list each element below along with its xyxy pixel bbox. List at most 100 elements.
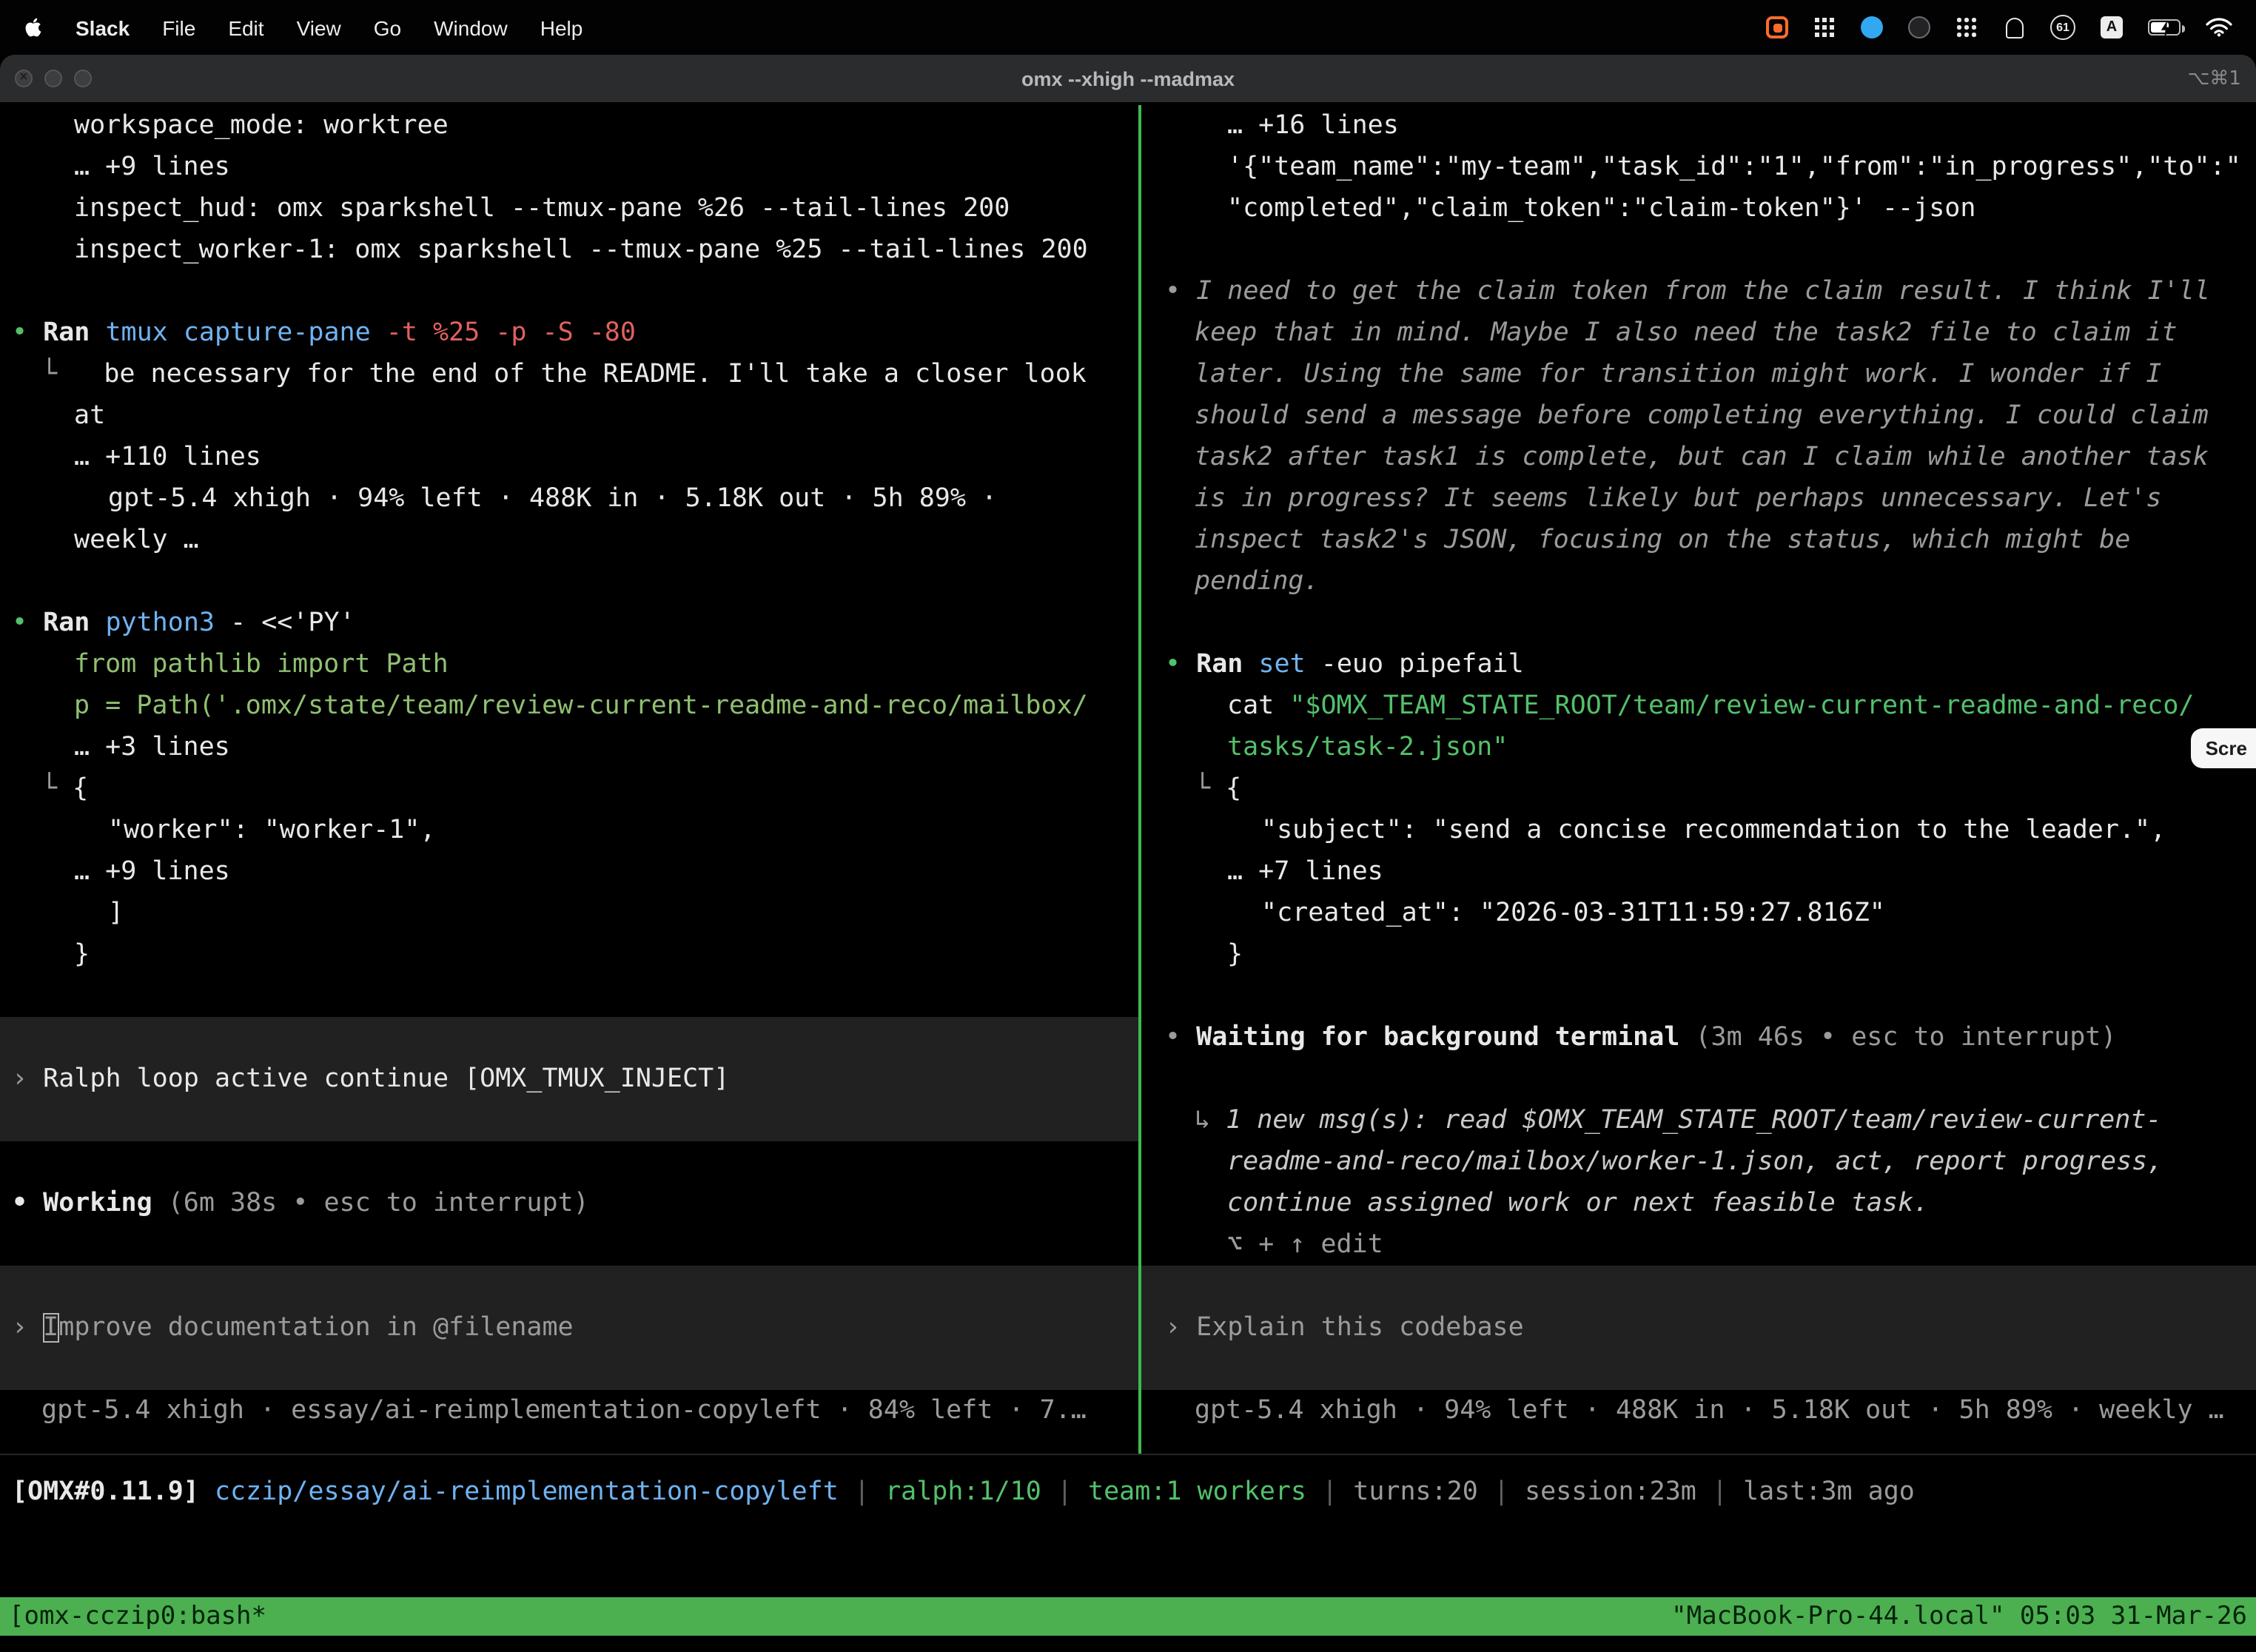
prompt-input-band[interactable]: › Ralph loop active continue [OMX_TMUX_I… xyxy=(0,1017,1138,1141)
terminal-line: • Ran tmux capture-pane -t %25 -p -S -80 xyxy=(0,312,1138,354)
tmux-panes: workspace_mode: worktree… +9 linesinspec… xyxy=(0,105,2256,1455)
terminal-line xyxy=(1141,602,2256,644)
menu-bar: Slack File Edit View Go Window Help 61 A xyxy=(0,0,2256,55)
menu-status-icons: 61 A xyxy=(1766,14,2232,41)
prompt-input-band[interactable]: › Explain this codebase xyxy=(1141,1266,2256,1390)
terminal-line xyxy=(0,561,1138,602)
terminal-line: ] xyxy=(0,893,1138,934)
prompt-input-band[interactable]: › Improve documentation in @filename xyxy=(0,1266,1138,1390)
input-source-icon[interactable]: A xyxy=(2101,16,2123,38)
terminal-line: inspect_worker-1: omx sparkshell --tmux-… xyxy=(0,229,1138,271)
blue-app-icon[interactable] xyxy=(1861,14,1883,41)
terminal-line: … +16 lines xyxy=(1141,105,2256,147)
terminal-line xyxy=(0,976,1138,1017)
terminal-line: keep that in mind. Maybe I also need the… xyxy=(1141,312,2256,354)
terminal-line xyxy=(1141,976,2256,1017)
omx-last-activity: last:3m ago xyxy=(1743,1477,1915,1507)
terminal-line: "subject": "send a concise recommendatio… xyxy=(1141,810,2256,851)
terminal-line: └ { xyxy=(1141,768,2256,810)
omx-turns: turns:20 xyxy=(1353,1477,1478,1507)
terminal-line: '{"team_name":"my-team","task_id":"1","f… xyxy=(1141,147,2256,188)
terminal-line: tasks/task-2.json" xyxy=(1141,727,2256,768)
prompt-input-text: › Explain this codebase xyxy=(1141,1307,2256,1349)
omx-session-time: session:23m xyxy=(1525,1477,1696,1507)
traffic-lights xyxy=(15,55,92,102)
terminal-line: readme-and-reco/mailbox/worker-1.json, a… xyxy=(1141,1141,2256,1183)
ghost-app-icon[interactable] xyxy=(2003,14,2025,41)
terminal-line: workspace_mode: worktree xyxy=(0,105,1138,147)
window-shortcut-badge: ⌥⌘1 xyxy=(2187,67,2241,90)
menu-edit[interactable]: Edit xyxy=(228,16,263,39)
tmux-host-clock: "MacBook-Pro-44.local" 05:03 31-Mar-26 xyxy=(1671,1602,2247,1631)
terminal-line: inspect task2's JSON, focusing on the st… xyxy=(1141,520,2256,561)
terminal-line: continue assigned work or next feasible … xyxy=(1141,1183,2256,1224)
dark-app-icon[interactable] xyxy=(1908,14,1930,41)
menu-app-name[interactable]: Slack xyxy=(75,16,130,39)
window-titlebar: omx --xhigh --madmax ⌥⌘1 xyxy=(0,55,2256,104)
omx-team-workers: team:1 workers xyxy=(1088,1477,1306,1507)
terminal-line: ⌥ + ↑ edit xyxy=(1141,1224,2256,1266)
tmux-session-name: [omx-cczip0:bash* xyxy=(9,1602,266,1631)
menu-view[interactable]: View xyxy=(297,16,341,39)
prompt-input-text: › Ralph loop active continue [OMX_TMUX_I… xyxy=(0,1058,1138,1100)
tmux-status-bar: [omx-cczip0:bash* "MacBook-Pro-44.local"… xyxy=(0,1597,2256,1636)
terminal-line: } xyxy=(1141,934,2256,976)
close-button[interactable] xyxy=(15,70,33,87)
prompt-input-text: › Improve documentation in @filename xyxy=(0,1307,1138,1349)
terminal-line: • Ran python3 - <<'PY' xyxy=(0,602,1138,644)
terminal-line: └ be necessary for the end of the README… xyxy=(0,354,1138,395)
terminal-line: should send a message before completing … xyxy=(1141,395,2256,437)
terminal-line xyxy=(0,271,1138,312)
terminal-line: "worker": "worker-1", xyxy=(0,810,1138,851)
menu-file[interactable]: File xyxy=(162,16,195,39)
terminal-line: inspect_hud: omx sparkshell --tmux-pane … xyxy=(0,188,1138,229)
terminal-line: gpt-5.4 xhigh · essay/ai-reimplementatio… xyxy=(0,1390,1138,1431)
terminal-line: pending. xyxy=(1141,561,2256,602)
screen-recording-indicator-icon[interactable] xyxy=(1766,14,1788,41)
menu-help[interactable]: Help xyxy=(540,16,583,39)
terminal-line: gpt-5.4 xhigh · 94% left · 488K in · 5.1… xyxy=(1141,1390,2256,1431)
terminal-line: … +110 lines xyxy=(0,437,1138,478)
terminal-line: "completed","claim_token":"claim-token"}… xyxy=(1141,188,2256,229)
terminal-line: … +3 lines xyxy=(0,727,1138,768)
tmux-pane-left[interactable]: workspace_mode: worktree… +9 linesinspec… xyxy=(0,105,1141,1454)
terminal-line: … +9 lines xyxy=(0,851,1138,893)
tmux-pane-right[interactable]: … +16 lines'{"team_name":"my-team","task… xyxy=(1141,105,2256,1454)
battery-charging-icon[interactable] xyxy=(2148,14,2181,41)
terminal-line: … +9 lines xyxy=(0,147,1138,188)
terminal-line: └ { xyxy=(0,768,1138,810)
menu-bar-left: Slack File Edit View Go Window Help xyxy=(24,16,583,39)
apple-menu-icon[interactable] xyxy=(24,16,43,38)
terminal-line: at xyxy=(0,395,1138,437)
omx-status-line: [OMX#0.11.9] cczip/essay/ai-reimplementa… xyxy=(12,1471,2256,1513)
terminal-line: "created_at": "2026-03-31T11:59:27.816Z" xyxy=(1141,893,2256,934)
terminal-line: • I need to get the claim token from the… xyxy=(1141,271,2256,312)
terminal-line: • Ran set -euo pipefail xyxy=(1141,644,2256,685)
dots-grid-icon[interactable] xyxy=(1955,14,1978,41)
screenshot-preview-overlay[interactable]: Scre xyxy=(2191,728,2256,768)
terminal-line: later. Using the same for transition mig… xyxy=(1141,354,2256,395)
terminal-line: • Working (6m 38s • esc to interrupt) xyxy=(0,1183,1138,1224)
terminal-line xyxy=(1141,229,2256,271)
battery-percent-circle-icon[interactable]: 61 xyxy=(2050,15,2075,40)
wifi-icon[interactable] xyxy=(2206,14,2232,41)
window-title: omx --xhigh --madmax xyxy=(0,67,2256,90)
grid-app-icon[interactable] xyxy=(1813,14,1836,41)
terminal-line xyxy=(0,1141,1138,1183)
zoom-button[interactable] xyxy=(74,70,92,87)
omx-worktree-path: cczip/essay/ai-reimplementation-copyleft xyxy=(199,1477,839,1507)
screen: Slack File Edit View Go Window Help 61 A xyxy=(0,0,2256,1652)
terminal-line: task2 after task1 is complete, but can I… xyxy=(1141,437,2256,478)
terminal-line: from pathlib import Path xyxy=(0,644,1138,685)
omx-version: [OMX#0.11.9] xyxy=(12,1477,199,1507)
minimize-button[interactable] xyxy=(44,70,62,87)
terminal-line: weekly … xyxy=(0,520,1138,561)
menu-go[interactable]: Go xyxy=(374,16,401,39)
terminal-line: • Waiting for background terminal (3m 46… xyxy=(1141,1017,2256,1058)
terminal-line: p = Path('.omx/state/team/review-current… xyxy=(0,685,1138,727)
menu-window[interactable]: Window xyxy=(434,16,508,39)
terminal-line: cat "$OMX_TEAM_STATE_ROOT/team/review-cu… xyxy=(1141,685,2256,727)
terminal-line: ↳ 1 new msg(s): read $OMX_TEAM_STATE_ROO… xyxy=(1141,1100,2256,1141)
terminal-line: gpt-5.4 xhigh · 94% left · 488K in · 5.1… xyxy=(0,478,1138,520)
terminal-line: } xyxy=(0,934,1138,976)
